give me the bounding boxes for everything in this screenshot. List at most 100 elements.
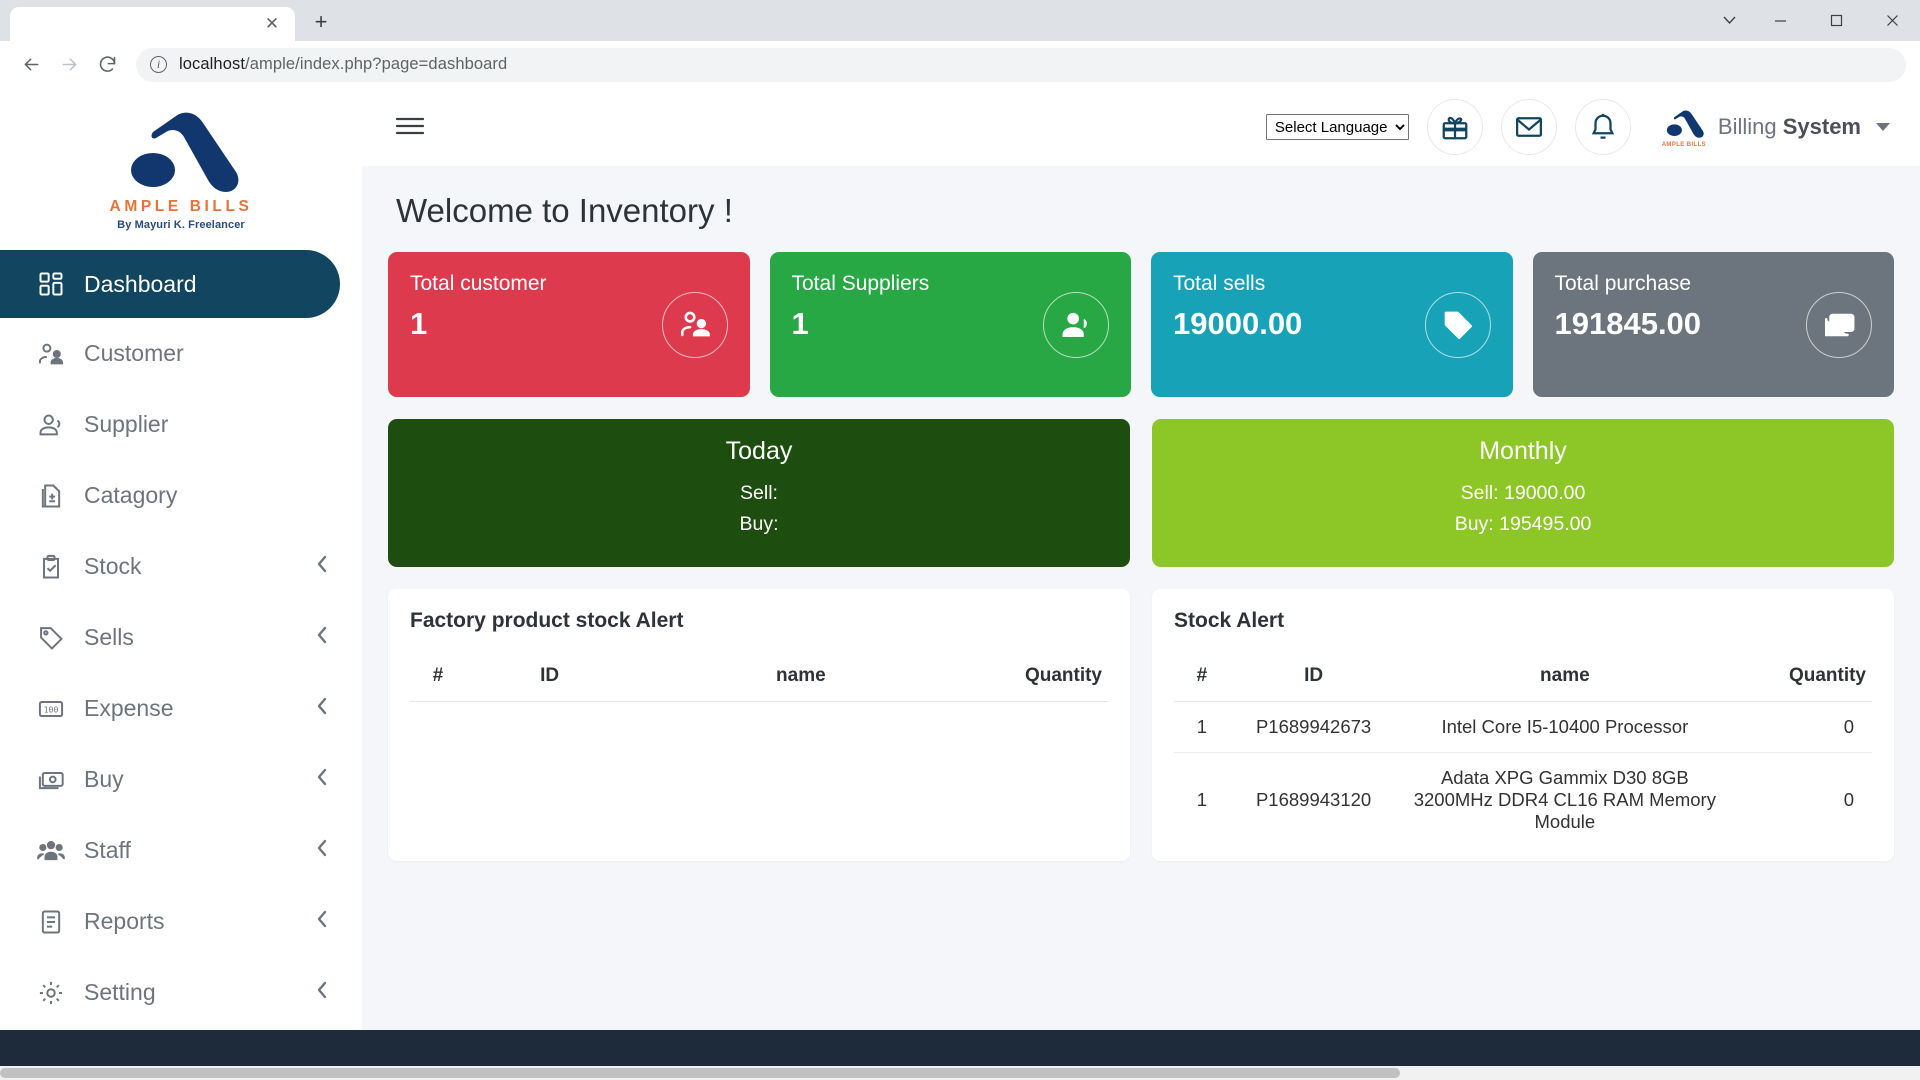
sidebar-item-customer[interactable]: Customer xyxy=(0,318,362,389)
brand-name: AMPLE BILLS xyxy=(109,197,253,215)
envelope-icon[interactable] xyxy=(1500,99,1557,155)
svg-text:100: 100 xyxy=(43,704,58,714)
maximize-button[interactable] xyxy=(1808,0,1864,41)
topbar: Select Language AMPLE BILLS Billing Syst… xyxy=(362,88,1920,166)
chevron-left-icon[interactable] xyxy=(316,626,328,649)
sidebar-item-dashboard[interactable]: Dashboard xyxy=(0,250,340,318)
bell-icon[interactable] xyxy=(1574,99,1631,155)
document-list-icon xyxy=(36,907,65,936)
browser-tab[interactable]: ✕ xyxy=(10,7,295,41)
back-arrow-icon[interactable] xyxy=(14,48,48,82)
sidebar-item-label: Staff xyxy=(84,837,131,863)
brand-logo[interactable]: AMPLE BILLS By Mayuri K. Freelancer xyxy=(0,88,362,246)
chevron-left-icon[interactable] xyxy=(316,839,328,862)
cell-quantity: 0 xyxy=(1732,701,1872,753)
summary-panel-monthly: Monthly Sell: 19000.00 Buy: 195495.00 xyxy=(1152,419,1894,567)
tag-icon xyxy=(36,623,65,652)
table-row[interactable]: 1 P1689943120 Adata XPG Gammix D30 8GB 320… xyxy=(1174,753,1872,848)
column-header-num: # xyxy=(1174,659,1230,702)
cell-num: 1 xyxy=(1196,789,1208,810)
sidebar-item-stock[interactable]: Stock xyxy=(0,531,362,602)
stat-card-total-customer[interactable]: Total customer 1 xyxy=(388,252,750,397)
language-select[interactable]: Select Language xyxy=(1265,114,1409,140)
chevron-left-icon[interactable] xyxy=(316,697,328,720)
hamburger-icon[interactable] xyxy=(395,112,430,143)
reload-icon[interactable] xyxy=(90,48,124,82)
address-bar[interactable]: i localhost/ample/index.php?page=dashboa… xyxy=(136,47,1906,82)
sidebar-item-label: Customer xyxy=(84,340,184,366)
column-header-id: ID xyxy=(1229,659,1398,702)
summary-panel-title: Today xyxy=(725,437,793,465)
stock-alert-card: Stock Alert # ID name Quantity 1 P1689942… xyxy=(1152,589,1894,861)
user-name-light: Billing xyxy=(1717,114,1777,139)
alert-tables: Factory product stock Alert # ID name Qu… xyxy=(388,589,1894,861)
stock-table-body: 1 P1689942673 Intel Core I5-10400 Processo… xyxy=(1174,701,1872,848)
sidebar-item-staff[interactable]: Staff xyxy=(0,815,362,886)
user-menu[interactable]: AMPLE BILLS Billing System xyxy=(1661,107,1890,148)
sidebar-item-supplier[interactable]: Supplier xyxy=(0,389,362,460)
cash-icon xyxy=(36,765,65,794)
sidebar-item-label: Expense xyxy=(84,695,174,721)
cell-name: Adata XPG Gammix D30 8GB 3200MHz DDR4 CL… xyxy=(1413,767,1716,832)
column-header-name: name xyxy=(633,659,969,702)
summary-panel-today: Today Sell: Buy: xyxy=(388,419,1130,567)
stock-alert-table: # ID name Quantity 1 P1689942673 Intel Cor… xyxy=(1174,659,1872,847)
empty-cell xyxy=(410,702,1108,731)
table-empty-row xyxy=(410,702,1108,731)
cell-id: P1689943120 xyxy=(1255,789,1372,810)
sidebar-item-reports[interactable]: Reports xyxy=(0,886,362,957)
money-icon xyxy=(1806,291,1872,358)
chevron-left-icon[interactable] xyxy=(316,555,328,578)
chevron-down-icon[interactable] xyxy=(1876,123,1890,131)
ample-bills-logo-icon xyxy=(114,110,248,194)
scrollbar-thumb[interactable] xyxy=(0,1068,1400,1078)
minimize-button[interactable] xyxy=(1752,0,1808,41)
table-row[interactable]: 1 P1689942673 Intel Core I5-10400 Processo… xyxy=(1174,701,1872,753)
users-icon xyxy=(36,410,65,439)
sidebar-item-label: Stock xyxy=(84,553,142,579)
summary-panel-line: Sell: 19000.00 xyxy=(1460,482,1586,504)
stat-card-total-sells[interactable]: Total sells 19000.00 xyxy=(1151,252,1513,397)
chevron-left-icon[interactable] xyxy=(316,981,328,1004)
sidebar-item-label: Sells xyxy=(84,624,134,650)
summary-panel-line: Sell: xyxy=(740,482,778,504)
footer-strip xyxy=(0,1030,1920,1066)
chevron-left-icon[interactable] xyxy=(316,768,328,791)
stat-card-title: Total purchase xyxy=(1554,272,1692,295)
clipboard-check-icon xyxy=(36,552,65,581)
forward-arrow-icon[interactable] xyxy=(52,48,86,82)
cell-id: P1689942673 xyxy=(1229,701,1398,753)
mini-logo-text: AMPLE BILLS xyxy=(1661,142,1707,148)
mini-logo-icon: AMPLE BILLS xyxy=(1661,107,1707,148)
sidebar-item-label: Dashboard xyxy=(84,270,197,297)
chevron-down-icon[interactable] xyxy=(1706,0,1752,41)
stat-card-total-suppliers[interactable]: Total Suppliers 1 xyxy=(769,252,1131,397)
close-icon[interactable]: ✕ xyxy=(259,11,285,37)
stat-cards: Total customer 1 Total Suppliers 1 Total sel… xyxy=(388,252,1894,397)
sidebar-item-buy[interactable]: Buy xyxy=(0,744,362,815)
site-info-icon[interactable]: i xyxy=(150,56,167,73)
gift-icon[interactable] xyxy=(1426,99,1483,155)
table-header-row: # ID name Quantity xyxy=(410,659,1108,702)
browser-tabstrip: ✕ + xyxy=(0,0,1920,41)
factory-stock-alert-card: Factory product stock Alert # ID name Qu… xyxy=(388,589,1130,861)
summary-panels: Today Sell: Buy: Monthly Sell: 19000.00 Buy: … xyxy=(388,419,1894,567)
sidebar-item-setting[interactable]: Setting xyxy=(0,957,362,1028)
horizontal-scrollbar[interactable] xyxy=(0,1066,1920,1080)
column-header-name: name xyxy=(1397,659,1733,702)
stat-card-title: Total Suppliers xyxy=(791,272,930,295)
sidebar-item-catagory[interactable]: Catagory xyxy=(0,460,362,531)
chevron-left-icon[interactable] xyxy=(316,910,328,933)
column-header-quantity: Quantity xyxy=(1732,659,1872,702)
url-text: localhost/ample/index.php?page=dashboard xyxy=(179,55,508,73)
sidebar-item-expense[interactable]: 100 Expense xyxy=(0,673,362,744)
plus-icon[interactable]: + xyxy=(304,5,338,39)
stat-card-total-purchase[interactable]: Total purchase 191845.00 xyxy=(1532,252,1894,397)
banknote-100-icon: 100 xyxy=(36,694,65,723)
close-window-button[interactable] xyxy=(1864,0,1920,41)
cell-name: Intel Core I5-10400 Processor xyxy=(1397,701,1733,753)
gear-icon xyxy=(36,978,65,1007)
factory-table-body xyxy=(410,702,1108,731)
sidebar-item-sells[interactable]: Sells xyxy=(0,602,362,673)
people-group-icon xyxy=(36,836,65,865)
